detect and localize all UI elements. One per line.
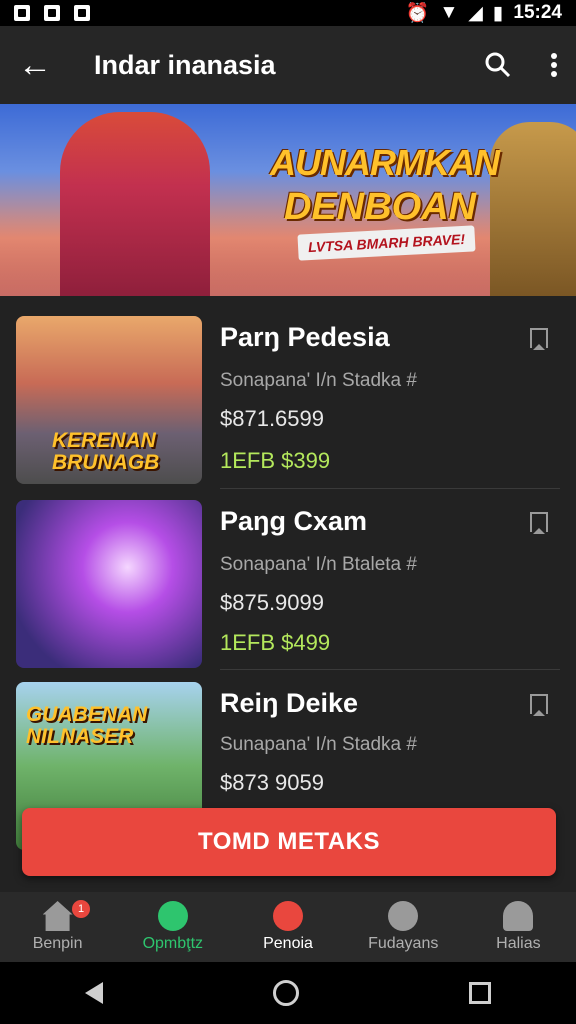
nav-label: Fudayans bbox=[368, 935, 439, 952]
nav-item-record[interactable]: Penoia bbox=[230, 892, 345, 962]
nav-item-chat[interactable]: Opmbţtz bbox=[115, 892, 230, 962]
app-bar: ← Indar inanasia bbox=[0, 26, 576, 104]
thumbnail-title: KERENAN BRUNAGB bbox=[52, 429, 160, 474]
bookmark-icon[interactable] bbox=[530, 512, 548, 534]
nav-label: Benpin bbox=[32, 935, 83, 952]
system-navigation-bar bbox=[0, 962, 576, 1024]
nav-item-explore[interactable]: Fudayans bbox=[346, 892, 461, 962]
system-home-icon[interactable] bbox=[273, 980, 299, 1006]
banner-title-line1: AUNARMKAN bbox=[270, 142, 500, 183]
bookmark-icon[interactable] bbox=[530, 694, 548, 716]
more-vert-icon[interactable] bbox=[550, 52, 558, 78]
item-seller: Sonapana' I/n Stadka # bbox=[220, 370, 417, 391]
item-name: Parŋ Pedesia bbox=[220, 322, 390, 352]
item-name: Reiŋ Deike bbox=[220, 688, 359, 718]
page-title: Indar inanasia bbox=[94, 49, 276, 80]
gallery-icon bbox=[14, 5, 30, 21]
arrow-left-icon[interactable]: ← bbox=[18, 46, 58, 85]
promo-banner[interactable]: AUNARMKAN DENBOAN LVTSA BMARH BRAVE! bbox=[0, 104, 576, 296]
chat-icon bbox=[157, 901, 188, 931]
signal-icon: ◢ bbox=[468, 2, 483, 24]
list-item[interactable]: KERENAN BRUNAGB Parŋ Pedesia Sonapana' I… bbox=[0, 296, 576, 489]
banner-warrior-illustration bbox=[490, 122, 576, 296]
item-seller: Sonapana' I/n Btaleta # bbox=[220, 554, 417, 575]
item-alt-price: 1EFB $499 bbox=[220, 630, 331, 655]
wifi-icon: ▼ bbox=[439, 2, 459, 23]
record-icon bbox=[273, 901, 303, 931]
bookmark-icon[interactable] bbox=[530, 328, 548, 350]
item-seller: Sunapana' I/n Stadka # bbox=[220, 734, 417, 755]
nav-item-profile[interactable]: Halias bbox=[461, 892, 576, 962]
banner-heroine-illustration bbox=[60, 112, 210, 296]
item-price: $875.9099 bbox=[220, 590, 324, 615]
battery-icon: ▮ bbox=[492, 2, 504, 24]
app-k-icon bbox=[44, 5, 60, 21]
status-time: 15:24 bbox=[513, 2, 562, 23]
nav-label: Halias bbox=[496, 935, 541, 952]
status-bar: ⏰ ▼ ◢ ▮ 15:24 bbox=[0, 0, 576, 26]
system-back-icon[interactable] bbox=[85, 982, 103, 1004]
item-thumbnail[interactable] bbox=[16, 500, 202, 668]
bottom-navigation: 1 Benpin Opmbţtz Penoia Fudayans Halias bbox=[0, 892, 576, 962]
item-name: Paŋg Cxam bbox=[220, 506, 368, 536]
search-icon[interactable] bbox=[484, 51, 512, 79]
system-recents-icon[interactable] bbox=[469, 982, 491, 1004]
nav-item-home[interactable]: 1 Benpin bbox=[0, 892, 115, 962]
nav-label: Opmbţtz bbox=[142, 935, 204, 952]
notification-badge: 1 bbox=[72, 900, 90, 918]
alarm-icon: ⏰ bbox=[405, 3, 430, 24]
compass-icon bbox=[388, 901, 419, 931]
list-item[interactable]: Paŋg Cxam Sonapana' I/n Btaleta # $875.9… bbox=[0, 480, 576, 670]
nav-label: Penoia bbox=[263, 935, 313, 952]
home-icon bbox=[42, 901, 73, 931]
camera-icon bbox=[74, 5, 90, 21]
primary-action-button[interactable]: TOMD METAKS bbox=[22, 808, 556, 876]
banner-title-line2: DENBOAN bbox=[284, 186, 477, 228]
item-thumbnail[interactable]: KERENAN BRUNAGB bbox=[16, 316, 202, 484]
item-price: $871.6599 bbox=[220, 406, 324, 431]
item-price: $873 9059 bbox=[220, 770, 324, 795]
item-alt-price: 1EFB $399 bbox=[220, 448, 331, 473]
thumbnail-title: GUABENAN NILNASER bbox=[26, 703, 148, 748]
product-list: KERENAN BRUNAGB Parŋ Pedesia Sonapana' I… bbox=[0, 296, 576, 892]
person-icon bbox=[503, 901, 534, 931]
